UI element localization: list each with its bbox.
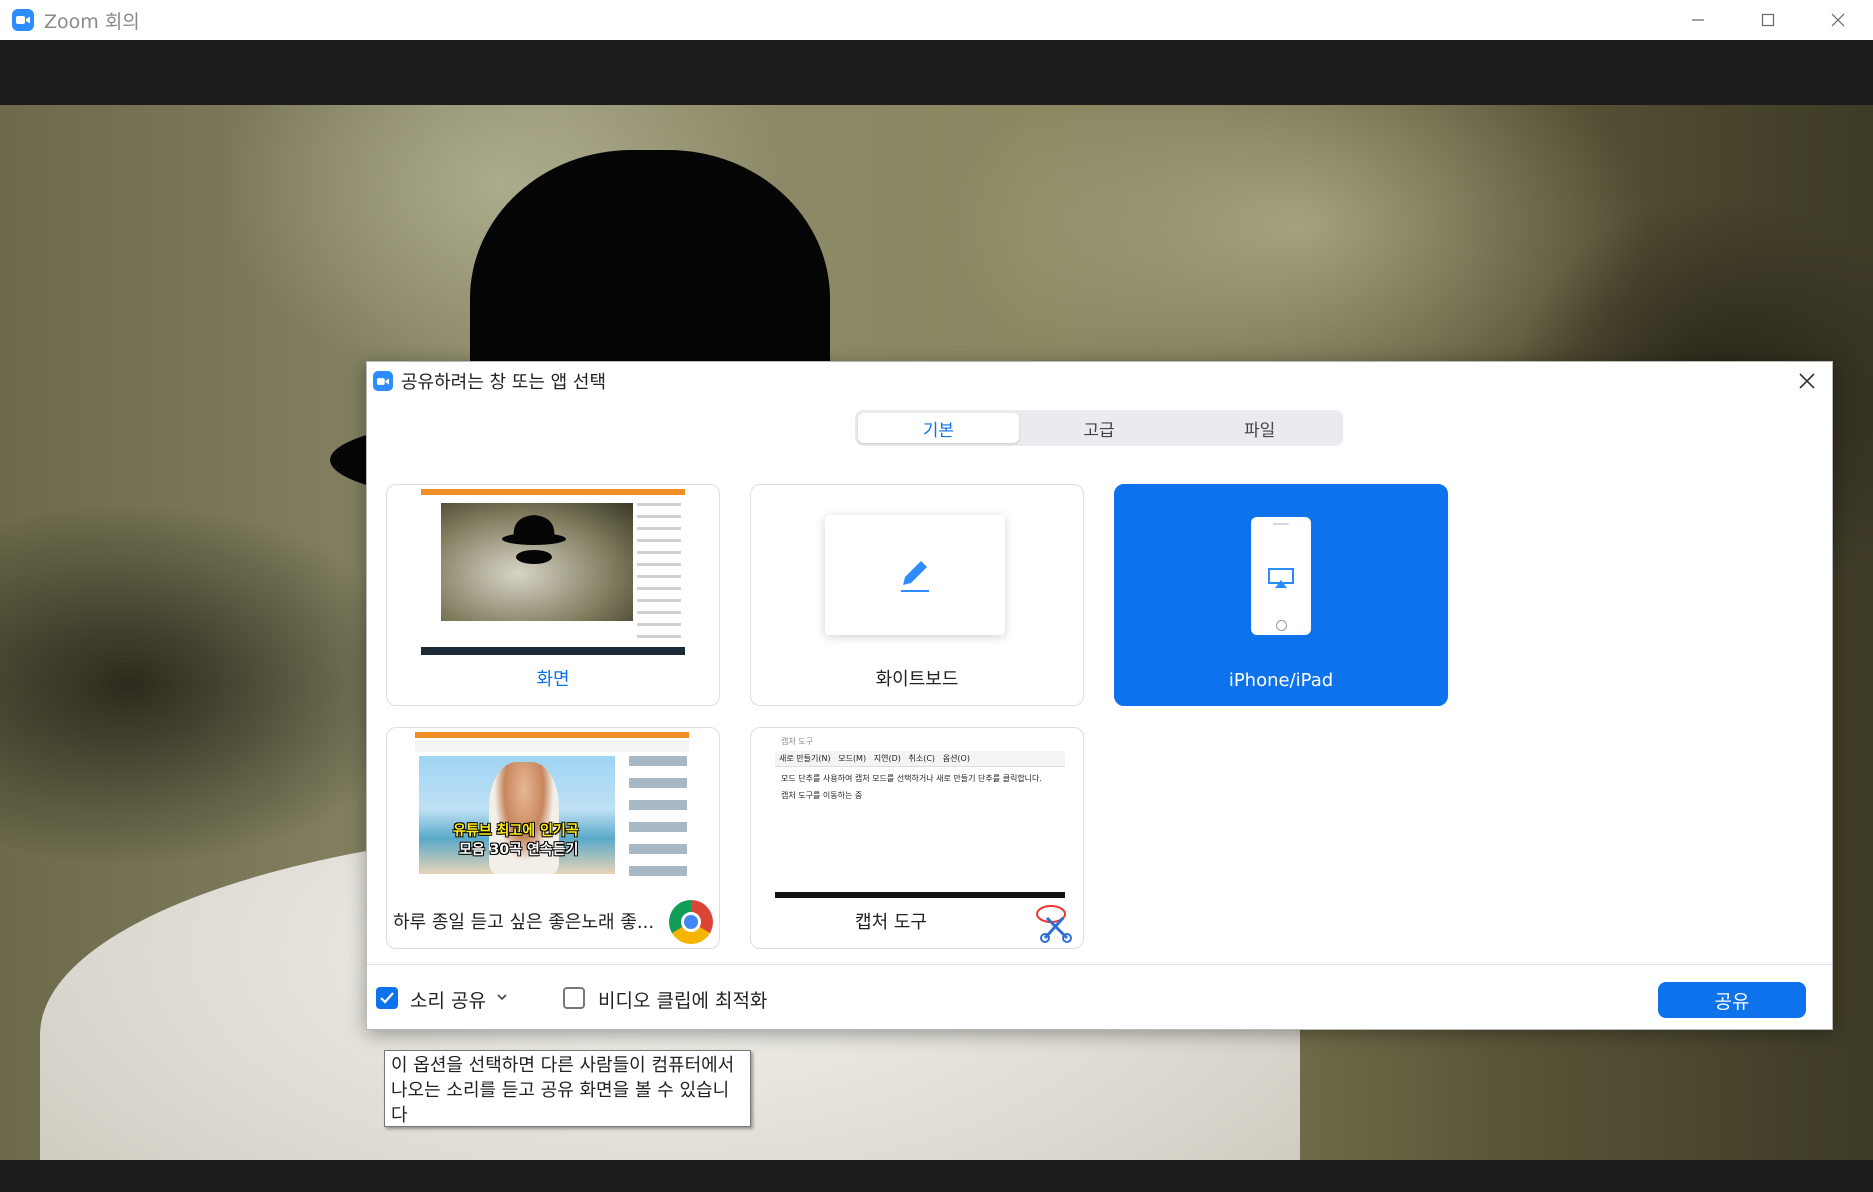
- dialog-close-icon[interactable]: [1792, 366, 1822, 396]
- minimize-icon[interactable]: [1663, 0, 1733, 40]
- share-button[interactable]: 공유: [1658, 982, 1806, 1018]
- maximize-icon[interactable]: [1733, 0, 1803, 40]
- card-label-iphone-ipad: iPhone/iPad: [1228, 670, 1334, 691]
- optimize-video-label[interactable]: 비디오 클립에 최적화: [598, 986, 767, 1013]
- whiteboard-thumbnail: [825, 515, 1005, 635]
- share-option-chrome-window[interactable]: 유튜브 최고에 인기곡 모음 30곡 연속듣기 하루 종일 듣고 싶은 좋은노래…: [386, 727, 720, 949]
- snipping-tool-thumbnail: 캡처 도구 새로 만들기(N) 모드(M) 지연(D) 취소(C) 옵션(O) …: [775, 732, 1065, 898]
- snip-message: 모드 단추를 사용하여 캡처 모드를 선택하거나 새로 만들기 단추를 클릭합니…: [781, 774, 1042, 783]
- pencil-icon: [901, 561, 929, 592]
- title-bar: Zoom 회의: [0, 0, 1873, 40]
- dialog-title: 공유하려는 창 또는 앱 선택: [401, 372, 607, 393]
- chrome-icon: [669, 900, 713, 944]
- thumbnail-caption-2: 모음 30곡 연속듣기: [459, 842, 579, 858]
- share-option-whiteboard[interactable]: 화이트보드: [750, 484, 1084, 706]
- share-screen-dialog: 공유하려는 창 또는 앱 선택 기본 고급 파일 화면 화이트보드 iPhone…: [366, 361, 1833, 1030]
- screen-thumbnail: [421, 489, 685, 655]
- tab-advanced[interactable]: 고급: [1019, 413, 1180, 443]
- tab-files[interactable]: 파일: [1179, 413, 1340, 443]
- card-label-snipping-tool: 캡처 도구: [855, 912, 927, 933]
- snipping-tool-icon: [1033, 900, 1077, 944]
- chrome-window-thumbnail: 유튜브 최고에 인기곡 모음 30곡 연속듣기: [415, 732, 689, 898]
- share-sound-checkbox[interactable]: [376, 987, 398, 1009]
- card-label-screen: 화면: [536, 669, 570, 690]
- zoom-logo-icon: [373, 371, 393, 391]
- dialog-header: 공유하려는 창 또는 앱 선택: [367, 362, 1832, 400]
- optimize-video-checkbox[interactable]: [563, 987, 585, 1009]
- airplay-icon: [1268, 568, 1294, 588]
- snip-window-title: 캡처 도구: [781, 737, 813, 746]
- share-sound-tooltip: 이 옵션을 선택하면 다른 사람들이 컴퓨터에서 나오는 소리를 듣고 공유 화…: [384, 1050, 751, 1127]
- window-title: Zoom 회의: [44, 10, 140, 33]
- snip-toolbar: 새로 만들기(N) 모드(M) 지연(D) 취소(C) 옵션(O): [775, 751, 1065, 767]
- share-option-iphone-ipad[interactable]: iPhone/iPad: [1114, 484, 1448, 706]
- meeting-bottom-bar: [0, 1160, 1873, 1192]
- chevron-down-icon[interactable]: [495, 989, 509, 1008]
- card-label-whiteboard: 화이트보드: [875, 669, 959, 690]
- thumbnail-caption-1: 유튜브 최고에 인기곡: [453, 823, 579, 839]
- card-label-chrome-window: 하루 종일 듣고 싶은 좋은노래 좋...: [393, 912, 655, 933]
- close-icon[interactable]: [1803, 0, 1873, 40]
- footer-divider: [367, 964, 1832, 965]
- iphone-icon: [1251, 517, 1311, 635]
- zoom-logo-icon: [12, 9, 34, 31]
- share-sound-label[interactable]: 소리 공유: [410, 986, 486, 1013]
- share-option-snipping-tool[interactable]: 캡처 도구 새로 만들기(N) 모드(M) 지연(D) 취소(C) 옵션(O) …: [750, 727, 1084, 949]
- share-tabs: 기본 고급 파일: [855, 410, 1343, 446]
- share-option-screen[interactable]: 화면: [386, 484, 720, 706]
- snip-message-2: 캡처 도구를 이동하는 중: [781, 791, 863, 800]
- tab-basic[interactable]: 기본: [858, 413, 1019, 443]
- meeting-top-bar: [0, 40, 1873, 105]
